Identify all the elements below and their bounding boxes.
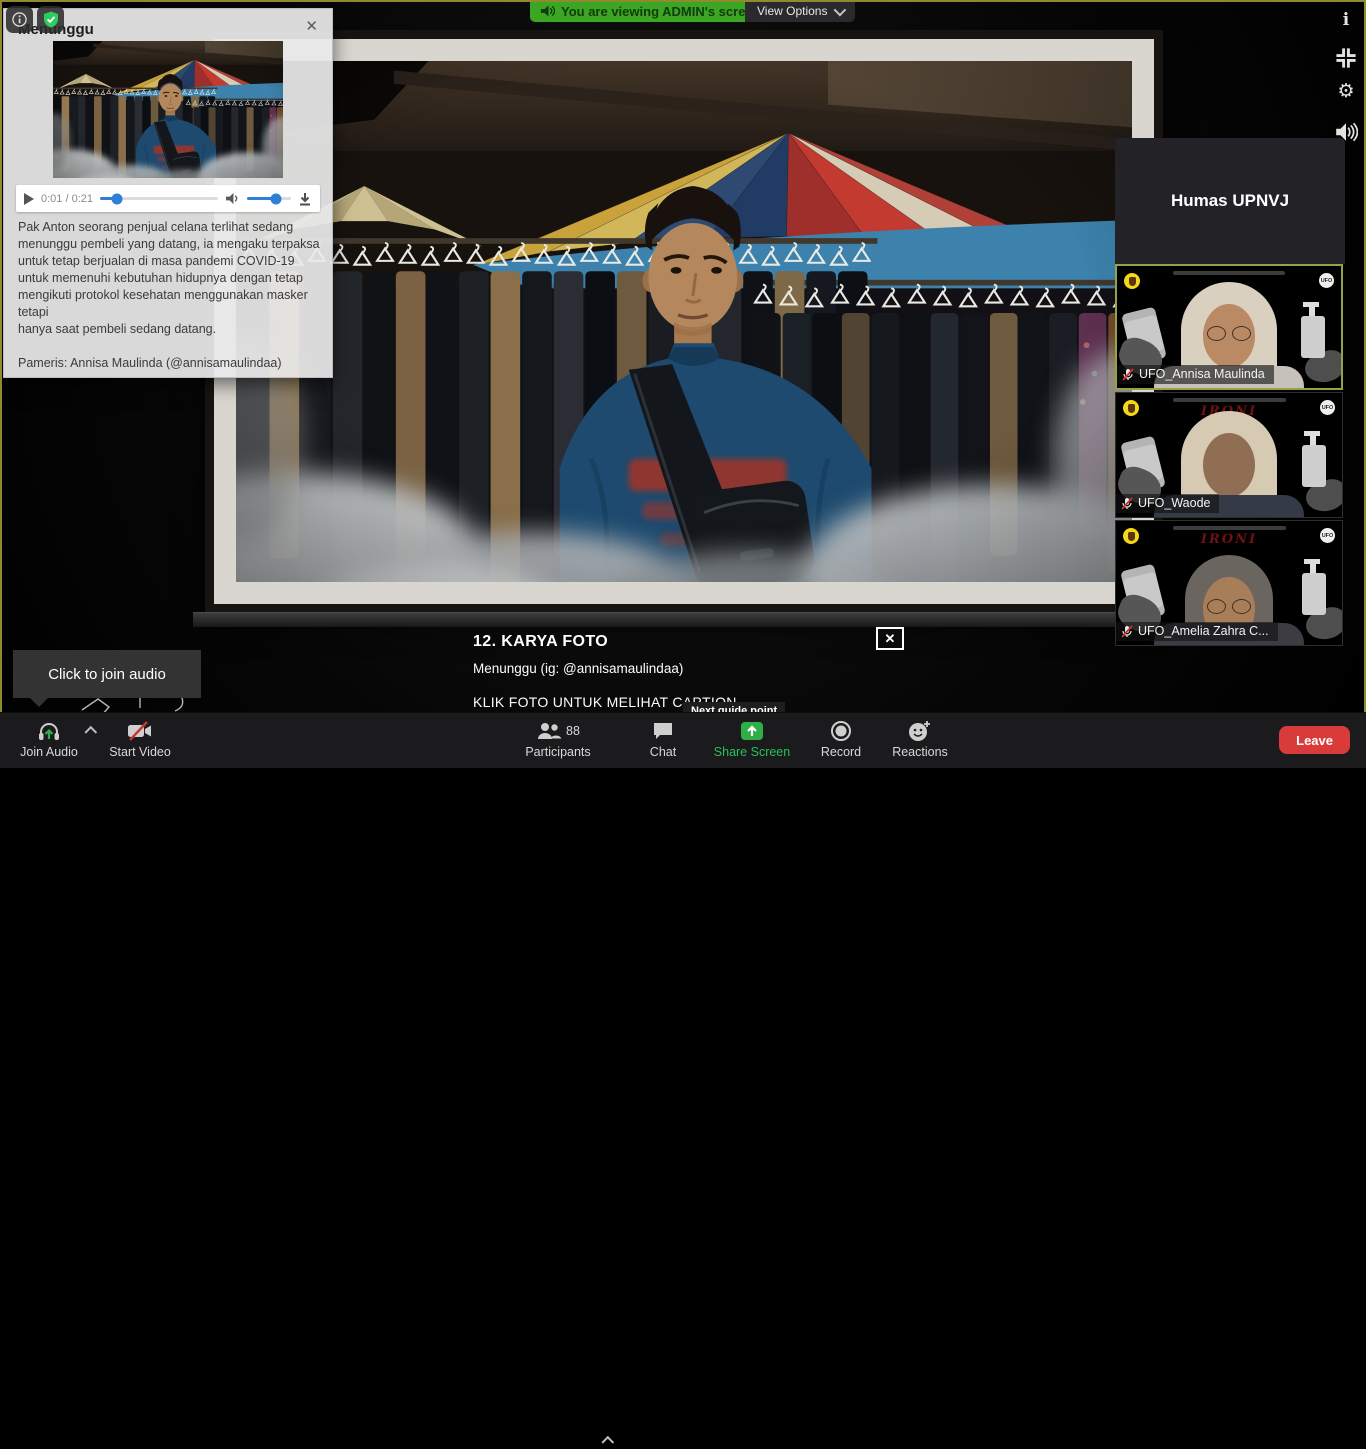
host-name-tile[interactable]: Humas UPNVJ: [1115, 138, 1345, 264]
info-button[interactable]: [6, 6, 33, 33]
popup-close-icon[interactable]: ✕: [305, 17, 318, 35]
participants-button[interactable]: 88 Participants: [508, 718, 608, 759]
volume-icon[interactable]: [225, 192, 240, 205]
reactions-button[interactable]: Reactions: [884, 718, 956, 759]
share-screen-button[interactable]: Share Screen: [710, 718, 794, 759]
start-video-button[interactable]: Start Video: [102, 718, 178, 759]
viewing-banner-text: You are viewing ADMIN's screen: [561, 4, 761, 19]
chat-label: Chat: [636, 745, 690, 759]
frame-ledge: [193, 612, 1175, 627]
share-screen-label: Share Screen: [710, 745, 794, 759]
play-icon[interactable]: [24, 193, 34, 205]
person-face: [1203, 433, 1255, 497]
reactions-icon: [908, 720, 932, 742]
popup-author: Pameris: Annisa Maulinda (@annisamaulind…: [18, 356, 320, 370]
join-audio-tooltip-text: Click to join audio: [48, 666, 166, 683]
participant-name: UFO_Waode: [1138, 496, 1210, 510]
popup-description: Pak Anton seorang penjual celana terliha…: [18, 219, 320, 338]
photo-frame: [205, 30, 1163, 613]
photo-mat: [214, 39, 1154, 604]
chat-button[interactable]: Chat: [636, 718, 690, 759]
slide-heading: 12. KARYA FOTO: [473, 633, 608, 651]
camera-off-icon: [126, 721, 154, 741]
participant-name-bar: UFO_Amelia Zahra C...: [1116, 622, 1278, 641]
participant-name-bar: UFO_Waode: [1116, 494, 1219, 513]
join-audio-label: Join Audio: [6, 745, 92, 759]
participant-name-bar: UFO_Annisa Maulinda: [1117, 365, 1274, 384]
record-icon: [830, 720, 852, 742]
host-name: Humas UPNVJ: [1171, 191, 1289, 211]
participants-label: Participants: [508, 745, 608, 759]
slide-subtitle: Menunggu (ig: @annisamaulindaa): [473, 661, 683, 676]
video-time: 0:01 / 0:21: [41, 193, 93, 205]
download-icon[interactable]: [298, 192, 312, 206]
chevron-up-icon[interactable]: [84, 726, 97, 739]
volume-icon[interactable]: [1334, 120, 1358, 144]
chevron-down-icon: [834, 3, 847, 16]
leave-button[interactable]: Leave: [1279, 726, 1350, 754]
share-screen-icon: [740, 721, 764, 741]
ufo-badge: UFO: [1320, 528, 1335, 543]
mic-muted-icon: [1122, 368, 1134, 381]
speaker-icon: [540, 4, 555, 18]
shield-check-icon: [43, 11, 59, 28]
video-thumbnail[interactable]: [53, 41, 283, 178]
vbg-sanitizer: [1301, 316, 1325, 358]
join-audio-tooltip: Click to join audio: [13, 650, 201, 698]
mic-muted-icon: [1121, 625, 1133, 638]
record-label: Record: [812, 745, 870, 759]
vbg-caption: [1173, 398, 1286, 402]
participant-tile[interactable]: IRONI UFO UFO_Waode: [1115, 392, 1343, 518]
vbg-sanitizer: [1302, 573, 1326, 615]
participant-tile[interactable]: UFO UFO_Annisa Maulinda: [1115, 264, 1343, 390]
reactions-label: Reactions: [884, 745, 956, 759]
vbg-sanitizer: [1302, 445, 1326, 487]
ufo-badge: UFO: [1320, 400, 1335, 415]
view-options-label: View Options: [757, 4, 827, 18]
ufo-badge: UFO: [1319, 273, 1334, 288]
volume-slider[interactable]: [247, 197, 291, 200]
seek-slider[interactable]: [100, 197, 218, 200]
person-glasses: [1206, 599, 1252, 613]
view-options-button[interactable]: View Options: [745, 0, 855, 22]
mic-muted-icon: [1121, 497, 1133, 510]
chat-icon: [652, 721, 674, 741]
participants-icon: [536, 721, 562, 741]
info-icon: [12, 12, 27, 27]
participant-tile[interactable]: IRONI UFO UFO_Amelia Zahra C...: [1115, 520, 1343, 646]
record-button[interactable]: Record: [812, 718, 870, 759]
verified-shield-button[interactable]: [37, 6, 64, 33]
video-controls: 0:01 / 0:21: [16, 185, 320, 212]
vbg-caption: [1173, 526, 1286, 530]
viewing-banner: You are viewing ADMIN's screen: [530, 0, 771, 22]
participant-name: UFO_Amelia Zahra C...: [1138, 624, 1269, 638]
vbg-title: IRONI: [1116, 532, 1342, 547]
info-icon[interactable]: i: [1334, 10, 1358, 34]
participants-count: 88: [566, 724, 580, 738]
upnvj-badge-icon: [1123, 528, 1139, 544]
caption-popup: Menunggu ✕ 0:01 / 0:21 Pak Anton seorang…: [3, 8, 333, 378]
participant-name: UFO_Annisa Maulinda: [1139, 367, 1265, 381]
exit-fullscreen-icon[interactable]: [1334, 46, 1358, 70]
headset-icon: [36, 719, 62, 743]
meeting-toolbar: Join Audio Start Video 88 Participants: [0, 712, 1366, 768]
slide-close-icon[interactable]: ✕: [876, 627, 904, 650]
vbg-caption: [1173, 271, 1285, 275]
person-glasses: [1206, 326, 1252, 340]
chevron-up-icon[interactable]: [601, 1436, 614, 1449]
upnvj-badge-icon: [1124, 273, 1140, 289]
exhibit-photo[interactable]: [236, 61, 1132, 582]
start-video-label: Start Video: [102, 745, 178, 759]
gear-icon[interactable]: ⚙: [1334, 80, 1358, 104]
join-audio-button[interactable]: Join Audio: [6, 718, 92, 759]
upnvj-badge-icon: [1123, 400, 1139, 416]
